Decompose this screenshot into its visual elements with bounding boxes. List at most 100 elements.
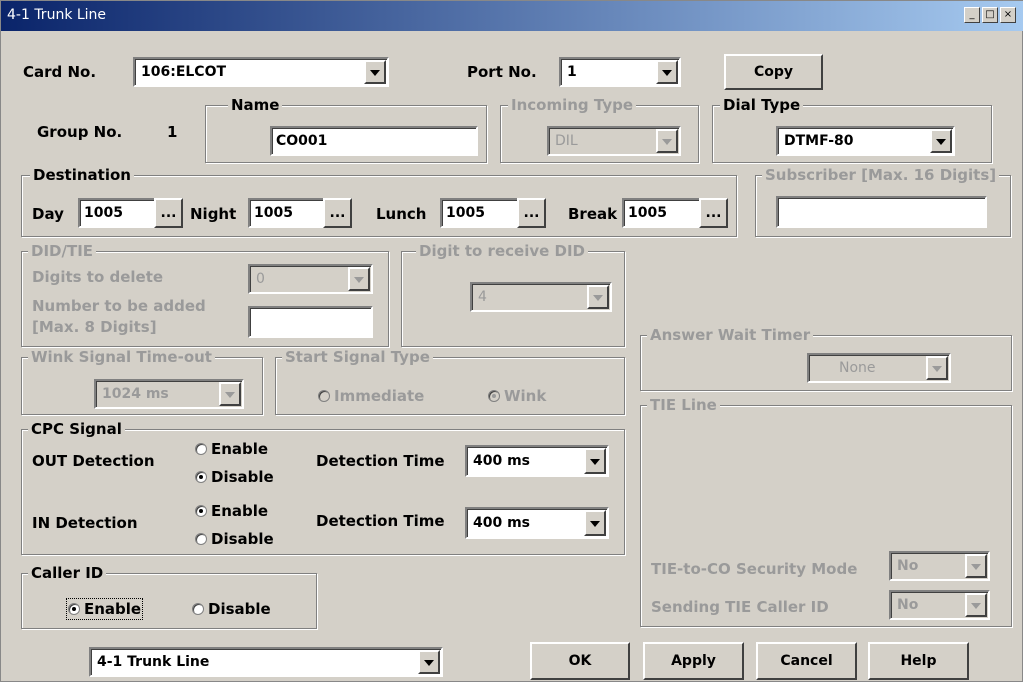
cancel-button[interactable]: Cancel [756, 642, 857, 680]
radio-icon [318, 390, 330, 402]
close-icon[interactable]: × [1000, 7, 1016, 23]
chevron-down-icon[interactable] [584, 448, 606, 474]
radio-selected-icon [195, 471, 207, 483]
chevron-down-icon[interactable] [418, 650, 440, 674]
port-select[interactable]: 1 [559, 57, 681, 87]
minimize-icon[interactable]: _ [964, 7, 980, 23]
card-select[interactable]: 106:ELCOT [133, 57, 389, 87]
sending-caller-id-value: No [897, 597, 919, 613]
did-tie-caption: DID/TIE [28, 243, 97, 259]
day-browse-button[interactable]: ... [154, 198, 183, 228]
digits-delete-value: 0 [256, 271, 265, 287]
copy-label: Copy [753, 64, 794, 80]
dial-type-caption: Dial Type [720, 97, 804, 113]
chevron-down-icon[interactable] [656, 60, 678, 84]
apply-button[interactable]: Apply [643, 642, 744, 680]
screen-nav-value: 4-1 Trunk Line [97, 654, 210, 670]
subscriber-input[interactable] [776, 196, 987, 228]
caller-id-caption: Caller ID [28, 565, 107, 581]
dial-type-group: Dial Type DTMF-80 [712, 97, 992, 163]
digit-receive-value: 4 [478, 289, 487, 305]
night-browse-button[interactable]: ... [323, 198, 352, 228]
answer-wait-value: None [839, 360, 876, 376]
caller-id-group: Caller ID Enable Disable [21, 565, 317, 629]
security-mode-value: No [897, 558, 919, 574]
answer-wait-caption: Answer Wait Timer [647, 327, 814, 343]
number-added-input[interactable] [248, 306, 373, 338]
number-added-label: Number to be added [32, 297, 206, 315]
ok-button[interactable]: OK [530, 642, 630, 680]
night-value: 1005 [254, 205, 293, 221]
out-enable-radio[interactable]: Enable [195, 440, 268, 458]
digits-delete-select: 0 [248, 264, 373, 294]
in-detection-time-select[interactable]: 400 ms [465, 507, 609, 539]
chevron-down-icon [926, 356, 948, 380]
card-value: 106:ELCOT [141, 64, 227, 80]
subscriber-group: Subscriber [Max. 16 Digits] [755, 167, 1011, 237]
dial-type-value: DTMF-80 [784, 133, 854, 149]
lunch-label: Lunch [376, 205, 427, 223]
caller-id-enable-radio[interactable]: Enable [65, 598, 144, 620]
trunk-line-dialog: 4-1 Trunk Line _ □ × Card No. 106:ELCOT … [0, 0, 1023, 682]
out-time-value: 400 ms [473, 453, 531, 469]
out-detection-time-select[interactable]: 400 ms [465, 445, 609, 477]
chevron-down-icon [587, 285, 609, 309]
ok-label: OK [568, 653, 592, 669]
incoming-type-select: DIL [547, 126, 681, 156]
break-browse-button[interactable]: ... [699, 198, 728, 228]
destination-caption: Destination [30, 167, 134, 183]
wink-timeout-value: 1024 ms [102, 386, 169, 402]
chevron-down-icon[interactable] [364, 60, 386, 84]
group-label: Group No. [37, 123, 123, 141]
chevron-down-icon [219, 382, 241, 406]
incoming-type-value: DIL [555, 133, 578, 149]
radio-icon [192, 603, 204, 615]
disable-label: Disable [211, 468, 274, 486]
name-caption: Name [228, 97, 283, 113]
incoming-type-group: Incoming Type DIL [500, 97, 699, 163]
help-button[interactable]: Help [868, 642, 969, 680]
maximize-icon[interactable]: □ [982, 7, 998, 23]
in-enable-radio[interactable]: Enable [195, 502, 268, 520]
lunch-browse-button[interactable]: ... [517, 198, 546, 228]
title-bar: 4-1 Trunk Line _ □ × [1, 1, 1023, 31]
start-wink-radio: Wink [488, 387, 546, 405]
chevron-down-icon[interactable] [930, 129, 952, 153]
card-label: Card No. [23, 63, 97, 81]
out-detection-time-label: Detection Time [316, 452, 445, 470]
tie-line-group: TIE Line TIE-to-CO Security Mode No Send… [640, 397, 1012, 627]
start-immediate-radio: Immediate [318, 387, 424, 405]
in-detection-time-label: Detection Time [316, 512, 445, 530]
tie-line-caption: TIE Line [647, 397, 720, 413]
wink-label: Wink [504, 387, 547, 405]
destination-group: Destination Day 1005 ... Night 1005 ... … [21, 167, 737, 237]
radio-selected-icon [68, 603, 80, 615]
answer-wait-group: Answer Wait Timer None [640, 327, 1012, 391]
chevron-down-icon[interactable] [584, 510, 606, 536]
did-tie-group: DID/TIE Digits to delete 0 Number to be … [21, 243, 389, 347]
day-label: Day [32, 205, 64, 223]
enable-label: Enable [84, 600, 142, 618]
start-signal-caption: Start Signal Type [282, 349, 433, 365]
out-detection-label: OUT Detection [32, 452, 155, 470]
browse-label: ... [705, 205, 722, 221]
in-disable-radio[interactable]: Disable [195, 530, 274, 548]
break-value: 1005 [628, 205, 667, 221]
browse-label: ... [160, 205, 177, 221]
copy-button[interactable]: Copy [724, 54, 823, 90]
out-disable-radio[interactable]: Disable [195, 468, 274, 486]
night-label: Night [190, 205, 237, 223]
caller-id-disable-radio[interactable]: Disable [192, 600, 271, 618]
lunch-value: 1005 [446, 205, 485, 221]
subscriber-caption: Subscriber [Max. 16 Digits] [762, 167, 1000, 183]
dial-type-select[interactable]: DTMF-80 [776, 126, 955, 156]
in-detection-label: IN Detection [32, 514, 138, 532]
start-signal-group: Start Signal Type Immediate Wink [275, 349, 625, 415]
port-value: 1 [567, 64, 577, 80]
screen-nav-select[interactable]: 4-1 Trunk Line [89, 647, 443, 677]
name-input[interactable]: CO001 [270, 126, 478, 156]
browse-label: ... [329, 205, 346, 221]
wink-timeout-select: 1024 ms [94, 379, 244, 409]
enable-label: Enable [211, 440, 269, 458]
digits-delete-label: Digits to delete [32, 268, 164, 286]
